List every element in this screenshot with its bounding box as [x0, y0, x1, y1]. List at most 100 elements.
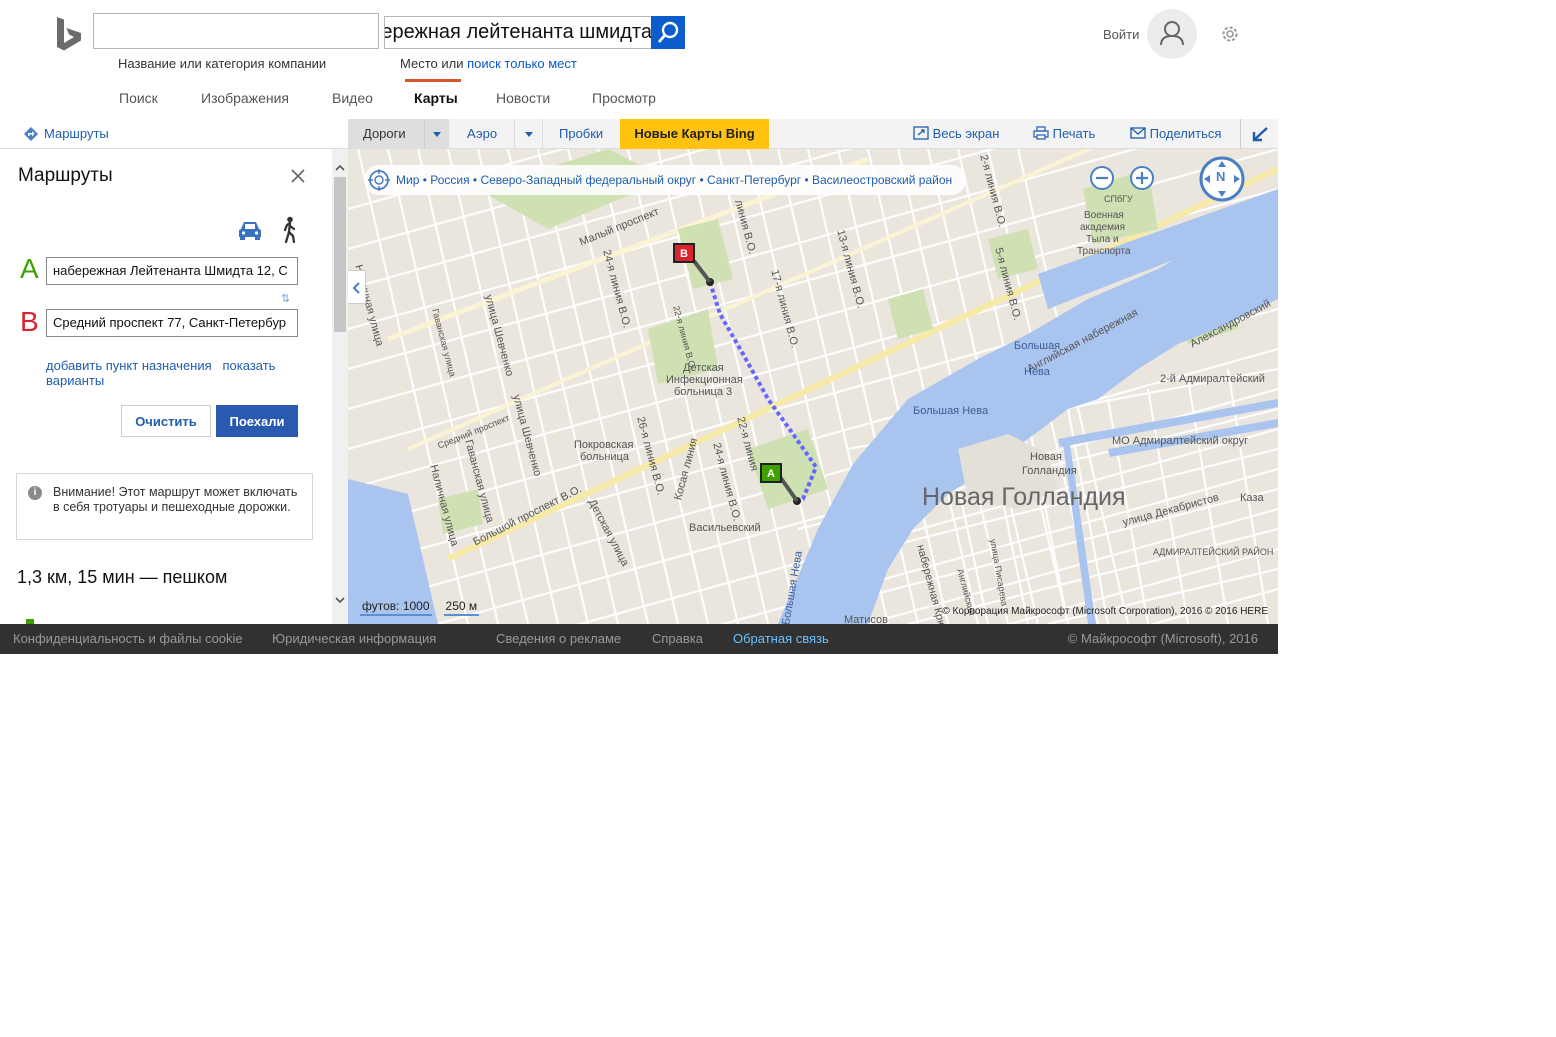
aerial-button[interactable]: Аэро	[449, 119, 515, 149]
gear-icon[interactable]	[1220, 24, 1240, 44]
map-label-kaza: Каза	[1240, 492, 1264, 504]
map-label-matisov: Матисов	[844, 614, 888, 624]
business-search-label: Название или категория компании	[118, 56, 327, 71]
map-canvas[interactable]: A B Новая Голландия Большая Нева Большая…	[348, 149, 1278, 624]
routes-link-label: Маршруты	[44, 126, 109, 141]
footer: Конфиденциальность и файлы cookie Юридич…	[0, 624, 1278, 654]
notice-text: Внимание! Этот маршрут может включать в …	[53, 485, 298, 514]
nav-video[interactable]: Видео	[332, 90, 373, 106]
map-label-vasilevskiy: Васильевский	[689, 522, 761, 534]
point-a-input[interactable]: набережная Лейтенанта Шмидта 12, С	[46, 257, 298, 285]
map-style-bar: Дороги Аэро Пробки Новые Карты Bing Весь…	[348, 119, 1278, 149]
new-bing-maps-button[interactable]: Новые Карты Bing	[620, 119, 769, 149]
place-label-prefix: Место или	[400, 56, 464, 71]
map-label-academy-1: Военная	[1084, 210, 1124, 221]
map-label-novaya-gollandiya: Новая Голландия	[922, 483, 1126, 511]
business-search-input[interactable]	[93, 13, 379, 49]
map-label-detskaya-2: Инфекционная	[666, 374, 743, 386]
chevron-up-icon[interactable]	[335, 163, 345, 173]
fullscreen-label: Весь экран	[932, 126, 1000, 141]
nav-news[interactable]: Новости	[496, 90, 550, 106]
map-label-academy-3: Тыла и	[1086, 234, 1119, 245]
printer-icon	[1033, 126, 1049, 140]
point-b-input[interactable]: Средний проспект 77, Санкт-Петербур	[46, 309, 298, 337]
map-breadcrumb[interactable]: Мир • Россия • Северо-Западный федеральн…	[364, 165, 967, 195]
roads-button[interactable]: Дороги	[348, 119, 424, 149]
roads-dropdown[interactable]	[424, 119, 449, 149]
directions-icon	[24, 126, 38, 141]
swap-icon[interactable]: ⇅	[281, 292, 290, 305]
map-label-pokrovskaya-2: больница	[580, 451, 629, 463]
point-b-marker: B	[20, 306, 39, 337]
map-pin-b[interactable]: B	[673, 243, 695, 263]
map-label-novaya: Новая	[1030, 451, 1062, 463]
map-label-academy-2: академия	[1080, 222, 1125, 233]
scale-feet: футов: 1000	[360, 599, 432, 616]
aerial-dropdown[interactable]	[515, 119, 543, 149]
clear-button[interactable]: Очистить	[121, 405, 211, 437]
map-label-detskaya-3: больница 3	[674, 386, 733, 398]
walking-person-icon[interactable]	[280, 216, 300, 244]
zoom-out-icon[interactable]	[1089, 165, 1115, 191]
routes-link[interactable]: Маршруты	[24, 126, 109, 141]
collapse-toolbar-button[interactable]	[1240, 119, 1278, 149]
footer-privacy-link[interactable]: Конфиденциальность и файлы cookie	[13, 631, 243, 646]
zoom-in-icon[interactable]	[1129, 165, 1155, 191]
arrow-down-left-icon	[1252, 127, 1268, 142]
avatar[interactable]	[1147, 9, 1197, 59]
route-options: добавить пункт назначения показать вариа…	[46, 358, 306, 388]
user-icon	[1160, 21, 1184, 46]
footer-ads-link[interactable]: Сведения о рекламе	[496, 631, 621, 646]
envelope-icon	[1130, 127, 1146, 139]
map-label-bolshaya-neva: Большая Нева	[913, 405, 989, 417]
compass-control[interactable]: N	[1199, 156, 1245, 202]
chevron-down-icon	[525, 132, 533, 137]
place-search-value: набережная лейтенанта шмидта	[385, 21, 652, 43]
nav-explore[interactable]: Просмотр	[592, 90, 656, 106]
traffic-button[interactable]: Пробки	[543, 119, 620, 149]
places-only-link[interactable]: поиск только мест	[467, 56, 577, 71]
point-a-marker: A	[20, 253, 39, 284]
map-copyright: © Корпорация Майкрософт (Microsoft Corpo…	[942, 606, 1268, 617]
scrollbar-thumb[interactable]	[334, 177, 346, 332]
nav-maps[interactable]: Карты	[414, 90, 458, 106]
car-icon[interactable]	[237, 219, 263, 241]
map-scale: футов: 1000 250 м	[360, 599, 491, 616]
search-icon	[657, 21, 679, 43]
footer-copyright: © Майкрософт (Microsoft), 2016	[1067, 631, 1258, 646]
add-destination-link[interactable]: добавить пункт назначения	[46, 358, 212, 373]
fullscreen-button[interactable]: Весь экран	[913, 119, 999, 149]
close-icon[interactable]	[290, 168, 306, 184]
footer-help-link[interactable]: Справка	[652, 631, 703, 646]
footer-legal-link[interactable]: Юридическая информация	[272, 631, 436, 646]
bing-logo-icon[interactable]	[55, 17, 85, 53]
map-label-academy-4: Транспорта	[1077, 246, 1131, 257]
fullscreen-icon	[913, 126, 929, 140]
share-button[interactable]: Поделиться	[1130, 119, 1221, 149]
map-pin-a[interactable]: A	[760, 463, 782, 483]
map-label-admiralteyskiy-2: 2-й Адмиралтейский	[1160, 373, 1265, 385]
footer-feedback-link[interactable]: Обратная связь	[733, 631, 829, 646]
collapse-panel-button[interactable]	[348, 270, 366, 304]
locate-me-icon[interactable]	[368, 169, 390, 191]
breadcrumb-text: Мир • Россия • Северо-Западный федеральн…	[396, 173, 953, 187]
signin-link[interactable]: Войти	[1103, 27, 1139, 42]
map-toolbar: Маршруты Дороги Аэро Пробки Новые Карты …	[0, 119, 1278, 149]
chevron-down-icon[interactable]	[335, 595, 345, 605]
chevron-down-icon	[433, 132, 441, 137]
panel-scrollbar[interactable]	[332, 149, 348, 624]
directions-panel: Маршруты A набережная Лейтенанта Шмидта …	[0, 149, 332, 624]
search-button[interactable]	[651, 16, 685, 49]
scale-meters: 250 м	[443, 599, 480, 616]
chevron-left-icon	[352, 282, 360, 294]
nav-search[interactable]: Поиск	[119, 90, 158, 106]
nav-images[interactable]: Изображения	[201, 90, 289, 106]
compass-north-label: N	[1216, 169, 1226, 184]
route-summary: 1,3 км, 15 мин — пешком	[17, 567, 228, 587]
panel-title: Маршруты	[18, 165, 113, 186]
print-button[interactable]: Печать	[1033, 119, 1095, 149]
map-label-admiralteyskiy-rayon: АДМИРАЛТЕЙСКИЙ РАЙОН	[1153, 547, 1274, 557]
place-search-input[interactable]: набережная лейтенанта шмидта	[384, 16, 652, 49]
map-label-pokrovskaya-1: Покровская	[574, 439, 634, 451]
go-button[interactable]: Поехали	[216, 405, 298, 437]
